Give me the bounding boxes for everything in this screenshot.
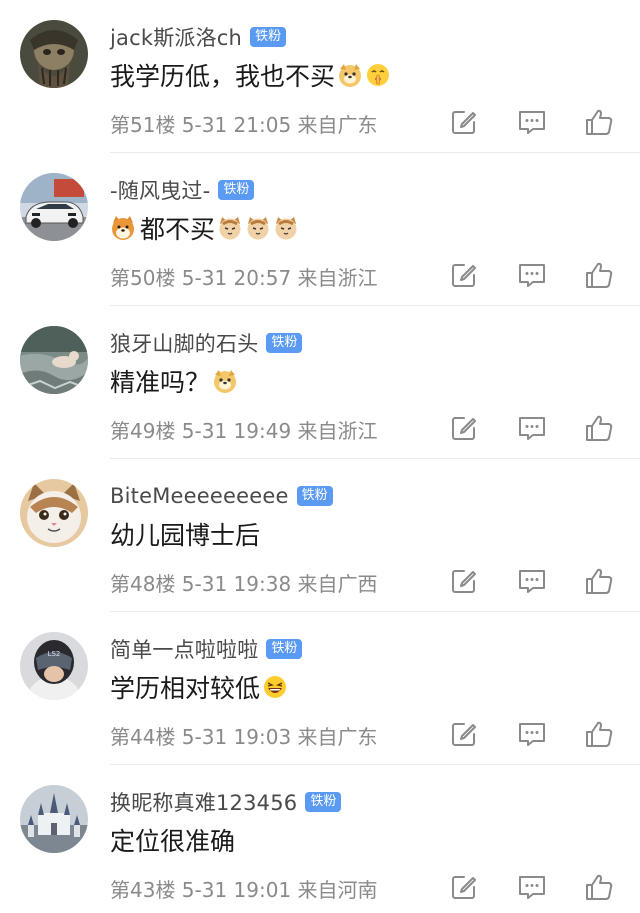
comment-icon[interactable] bbox=[516, 871, 548, 903]
laughing-emoji bbox=[262, 674, 288, 700]
name-row: 简单一点啦啦啦 铁粉 bbox=[110, 634, 303, 664]
edit-icon[interactable] bbox=[448, 412, 480, 444]
cat-emoji bbox=[273, 215, 299, 241]
thumbs-up-icon[interactable] bbox=[583, 871, 615, 903]
comment-text: 都不买 bbox=[140, 215, 216, 244]
fan-badge: 铁粉 bbox=[296, 486, 333, 506]
floor-time-location: 第48楼 5-31 19:38 来自广西 bbox=[110, 571, 378, 596]
comment-content: 都不买 bbox=[110, 210, 299, 246]
user-avatar[interactable] bbox=[20, 326, 88, 394]
fan-badge: 铁粉 bbox=[266, 333, 303, 353]
cat-emoji bbox=[245, 215, 271, 241]
thumbs-up-icon[interactable] bbox=[583, 718, 615, 750]
svg-text:LS2: LS2 bbox=[48, 650, 61, 658]
shiba-emoji bbox=[110, 215, 136, 241]
comment-text: 学历相对较低 bbox=[110, 674, 261, 703]
edit-icon[interactable] bbox=[448, 106, 480, 138]
comment-content: 精准吗？ bbox=[110, 363, 238, 399]
meta-row: 第44楼 5-31 19:03 来自广东 bbox=[110, 720, 378, 750]
name-row: 换昵称真难123456 铁粉 bbox=[110, 787, 342, 817]
comment-item: jack斯派洛ch 铁粉 我学历低，我也不买 第51楼 5-31 21:05 来… bbox=[0, 0, 640, 153]
edit-icon[interactable] bbox=[448, 259, 480, 291]
comment-content: 幼儿园博士后 bbox=[110, 516, 260, 552]
thumbs-up-icon[interactable] bbox=[583, 106, 615, 138]
comment-text: 幼儿园博士后 bbox=[110, 521, 261, 550]
meta-row: 第51楼 5-31 21:05 来自广东 bbox=[110, 108, 378, 138]
comment-item: -随风曳过- 铁粉 都不买 第50楼 5-31 20:57 来自浙江 bbox=[0, 153, 640, 306]
comment-icon[interactable] bbox=[516, 718, 548, 750]
meta-row: 第49楼 5-31 19:49 来自浙江 bbox=[110, 414, 378, 444]
comment-text: 精准吗？ bbox=[110, 368, 211, 397]
comment-item: 换昵称真难123456 铁粉 定位很准确 第43楼 5-31 19:01 来自河… bbox=[0, 765, 640, 913]
fan-badge: 铁粉 bbox=[250, 27, 287, 47]
fan-badge: 铁粉 bbox=[266, 639, 303, 659]
comment-icon[interactable] bbox=[516, 565, 548, 597]
floor-time-location: 第50楼 5-31 20:57 来自浙江 bbox=[110, 265, 378, 290]
meta-row: 第48楼 5-31 19:38 来自广西 bbox=[110, 567, 378, 597]
username[interactable]: -随风曳过- bbox=[110, 175, 210, 205]
username[interactable]: 简单一点啦啦啦 bbox=[110, 634, 258, 664]
name-row: jack斯派洛ch 铁粉 bbox=[110, 22, 287, 52]
doge-emoji bbox=[337, 62, 363, 88]
username[interactable]: BiteMeeeeeeeee bbox=[110, 484, 289, 508]
edit-icon[interactable] bbox=[448, 565, 480, 597]
meta-row: 第43楼 5-31 19:01 来自河南 bbox=[110, 873, 378, 903]
doge-emoji bbox=[212, 368, 238, 394]
comment-content: 学历相对较低 bbox=[110, 669, 288, 705]
comment-text: 定位很准确 bbox=[110, 827, 236, 856]
shush-emoji bbox=[365, 62, 391, 88]
comment-content: 我学历低，我也不买 bbox=[110, 57, 391, 93]
user-avatar[interactable] bbox=[20, 785, 88, 853]
floor-time-location: 第51楼 5-31 21:05 来自广东 bbox=[110, 112, 378, 137]
thumbs-up-icon[interactable] bbox=[583, 259, 615, 291]
comment-item: LS2 简单一点啦啦啦 铁粉 学历相对较低 第44楼 5-31 19:03 来自… bbox=[0, 612, 640, 765]
name-row: BiteMeeeeeeeee 铁粉 bbox=[110, 481, 333, 511]
username[interactable]: 换昵称真难123456 bbox=[110, 787, 297, 817]
user-avatar[interactable] bbox=[20, 479, 88, 547]
meta-row: 第50楼 5-31 20:57 来自浙江 bbox=[110, 261, 378, 291]
floor-time-location: 第49楼 5-31 19:49 来自浙江 bbox=[110, 418, 378, 443]
comment-icon[interactable] bbox=[516, 106, 548, 138]
name-row: -随风曳过- 铁粉 bbox=[110, 175, 255, 205]
floor-time-location: 第44楼 5-31 19:03 来自广东 bbox=[110, 724, 378, 749]
username[interactable]: 狼牙山脚的石头 bbox=[110, 328, 258, 358]
edit-icon[interactable] bbox=[448, 718, 480, 750]
comment-icon[interactable] bbox=[516, 412, 548, 444]
thumbs-up-icon[interactable] bbox=[583, 412, 615, 444]
fan-badge: 铁粉 bbox=[305, 792, 342, 812]
comment-item: 狼牙山脚的石头 铁粉 精准吗？ 第49楼 5-31 19:49 来自浙江 bbox=[0, 306, 640, 459]
comment-icon[interactable] bbox=[516, 259, 548, 291]
cat-emoji bbox=[217, 215, 243, 241]
edit-icon[interactable] bbox=[448, 871, 480, 903]
user-avatar[interactable]: LS2 bbox=[20, 632, 88, 700]
thumbs-up-icon[interactable] bbox=[583, 565, 615, 597]
user-avatar[interactable] bbox=[20, 173, 88, 241]
floor-time-location: 第43楼 5-31 19:01 来自河南 bbox=[110, 877, 378, 902]
comment-content: 定位很准确 bbox=[110, 822, 235, 858]
user-avatar[interactable] bbox=[20, 20, 88, 88]
name-row: 狼牙山脚的石头 铁粉 bbox=[110, 328, 303, 358]
comment-item: BiteMeeeeeeeee 铁粉 幼儿园博士后 第48楼 5-31 19:38… bbox=[0, 459, 640, 612]
username[interactable]: jack斯派洛ch bbox=[110, 22, 242, 52]
fan-badge: 铁粉 bbox=[218, 180, 255, 200]
comment-text: 我学历低，我也不买 bbox=[110, 62, 336, 91]
